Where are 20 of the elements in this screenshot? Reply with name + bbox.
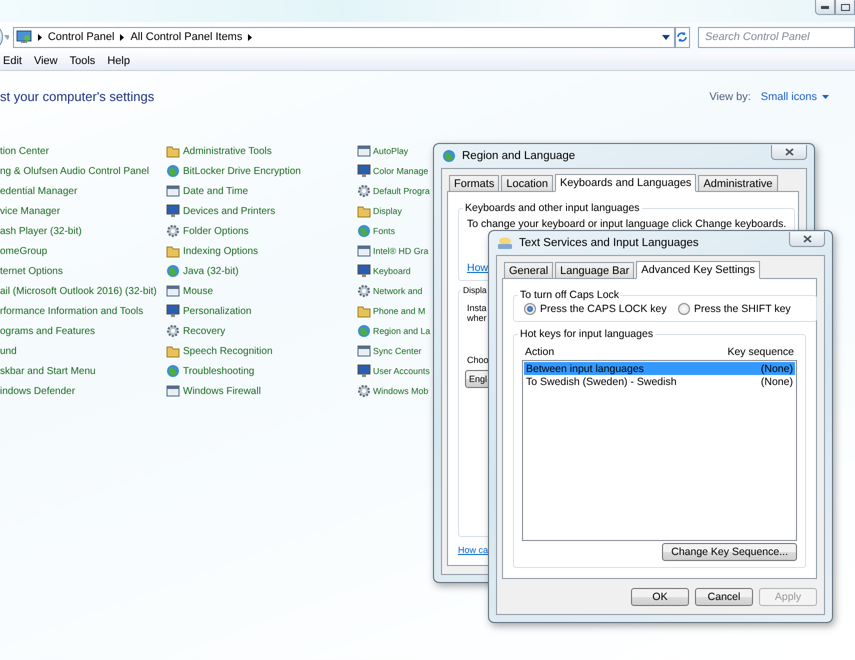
group-title: To turn off Caps Lock	[519, 289, 620, 301]
group-title: Hot keys for input languages	[519, 328, 654, 340]
key-sequence-text: (None)	[760, 376, 793, 388]
field-label: Choo	[467, 355, 489, 365]
column-header: Action	[525, 346, 554, 358]
key-sequence-text: (None)	[760, 362, 793, 374]
dialog-title: Text Services and Input Languages	[519, 237, 700, 249]
page-heading: st your computer's settings	[0, 89, 154, 104]
column-header: Key sequence	[727, 346, 794, 358]
group-title: Keyboards and other input languages	[464, 202, 641, 214]
description-text: wher	[467, 313, 487, 323]
description-text: Insta	[467, 303, 487, 313]
dialog-title: Region and Language	[462, 150, 576, 162]
group-title: Displa	[462, 285, 488, 295]
view-by-label: View by:	[709, 90, 751, 102]
action-text: To Swedish (Sweden) - Swedish	[526, 376, 677, 388]
action-text: Between input languages	[526, 362, 644, 374]
instruction-text: To change your keyboard or input language click Change keyboards.	[467, 218, 786, 230]
radio-label: Press the SHIFT key	[694, 303, 791, 315]
radio-label: Press the CAPS LOCK key	[540, 303, 667, 315]
